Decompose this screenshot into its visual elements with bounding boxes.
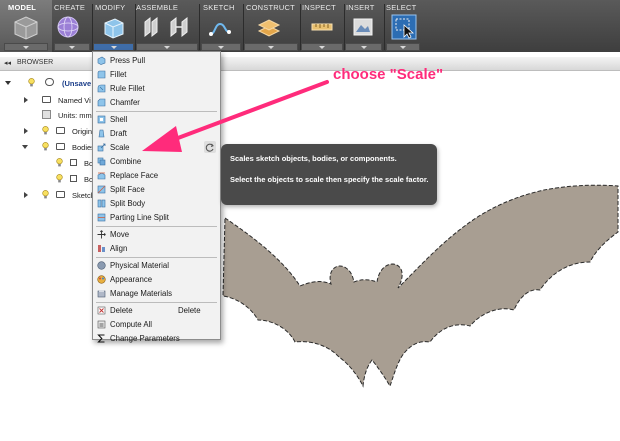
annotation-arrow	[142, 80, 329, 152]
annotation-text: choose "Scale"	[333, 66, 444, 83]
